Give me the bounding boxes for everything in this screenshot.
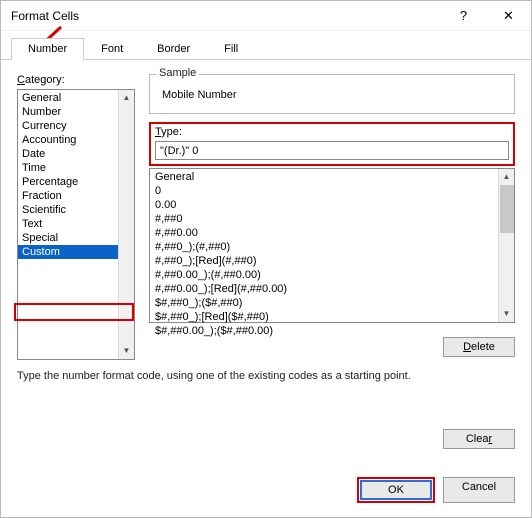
sample-label: Sample (156, 67, 199, 79)
tab-number[interactable]: Number (11, 38, 84, 60)
format-code-item[interactable]: 0 (150, 184, 498, 198)
format-codes-list[interactable]: General00.00#,##0#,##0.00#,##0_);(#,##0)… (149, 168, 515, 323)
format-code-item[interactable]: #,##0.00 (150, 226, 498, 240)
close-button[interactable]: ✕ (486, 1, 531, 31)
category-item[interactable]: Fraction (18, 189, 118, 203)
clear-button[interactable]: Clear (443, 429, 515, 449)
dialog-footer: Clear OK Cancel (357, 429, 515, 503)
scroll-thumb[interactable] (500, 185, 514, 233)
tab-font[interactable]: Font (84, 38, 140, 60)
format-code-item[interactable]: 0.00 (150, 198, 498, 212)
sample-box: Sample Mobile Number (149, 74, 515, 114)
category-item[interactable]: Time (18, 161, 118, 175)
category-item[interactable]: Text (18, 217, 118, 231)
category-item[interactable]: General (18, 91, 118, 105)
format-code-item[interactable]: $#,##0.00_);($#,##0.00) (150, 324, 498, 338)
category-item[interactable]: Currency (18, 119, 118, 133)
tab-strip: Number Font Border Fill (1, 31, 531, 60)
format-code-item[interactable]: $#,##0_);($#,##0) (150, 296, 498, 310)
cancel-button[interactable]: Cancel (443, 477, 515, 503)
category-item[interactable]: Accounting (18, 133, 118, 147)
format-code-item[interactable]: #,##0_);[Red](#,##0) (150, 254, 498, 268)
format-code-item[interactable]: #,##0 (150, 212, 498, 226)
category-item[interactable]: Percentage (18, 175, 118, 189)
format-code-item[interactable]: #,##0.00_);[Red](#,##0.00) (150, 282, 498, 296)
type-label: Type: (155, 126, 509, 138)
category-item[interactable]: Special (18, 231, 118, 245)
hint-text: Type the number format code, using one o… (17, 370, 515, 382)
help-button[interactable]: ? (441, 1, 486, 31)
type-section-highlight: Type: (149, 122, 515, 166)
scrollbar[interactable]: ▲ ▼ (498, 169, 514, 322)
tab-content: Category: GeneralNumberCurrencyAccountin… (1, 60, 531, 396)
dialog-title: Format Cells (11, 9, 441, 23)
type-input[interactable] (155, 141, 509, 160)
category-item[interactable]: Number (18, 105, 118, 119)
sample-value: Mobile Number (150, 75, 514, 101)
help-icon: ? (460, 8, 467, 23)
tab-fill[interactable]: Fill (207, 38, 255, 60)
category-item[interactable]: Custom (18, 245, 118, 259)
ok-button-highlight: OK (357, 477, 435, 503)
format-code-item[interactable]: #,##0_);(#,##0) (150, 240, 498, 254)
delete-button[interactable]: Delete (443, 337, 515, 357)
category-list[interactable]: GeneralNumberCurrencyAccountingDateTimeP… (17, 89, 135, 360)
category-label: Category: (17, 74, 135, 86)
format-code-item[interactable]: #,##0.00_);(#,##0.00) (150, 268, 498, 282)
format-cells-dialog: Format Cells ? ✕ Number Font Border Fill… (0, 0, 532, 518)
close-icon: ✕ (503, 8, 514, 24)
format-code-item[interactable]: $#,##0_);[Red]($#,##0) (150, 310, 498, 324)
titlebar: Format Cells ? ✕ (1, 1, 531, 31)
category-item[interactable]: Scientific (18, 203, 118, 217)
ok-button[interactable]: OK (360, 480, 432, 500)
tab-border[interactable]: Border (140, 38, 207, 60)
format-code-item[interactable]: General (150, 170, 498, 184)
category-item[interactable]: Date (18, 147, 118, 161)
scrollbar[interactable]: ▲▼ (118, 90, 134, 359)
